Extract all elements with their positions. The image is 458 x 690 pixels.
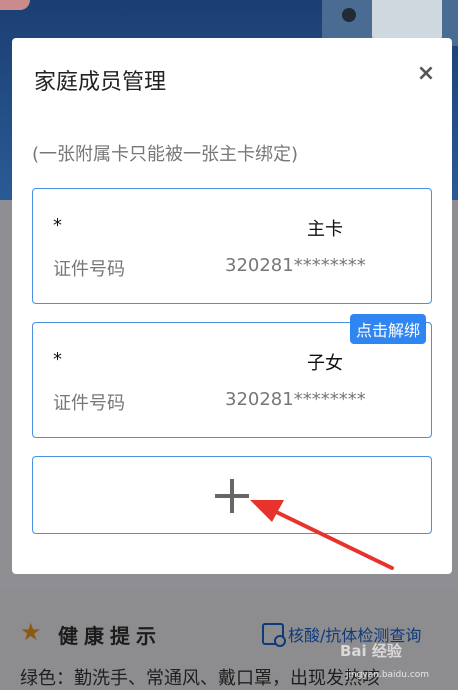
- close-button[interactable]: ×: [414, 62, 438, 86]
- id-number-value: 320281********: [225, 389, 366, 410]
- member-role: 主卡: [307, 219, 343, 240]
- health-tips-title: 健康提示: [58, 624, 162, 648]
- add-member-button[interactable]: [32, 456, 432, 534]
- dialog-title: 家庭成员管理: [34, 70, 167, 95]
- board-figure: [372, 0, 442, 40]
- search-document-icon: [262, 623, 286, 647]
- family-members-dialog: 家庭成员管理 × (一张附属卡只能被一张主卡绑定) * 主卡 证件号码 3202…: [12, 38, 452, 574]
- id-number-label: 证件号码: [53, 259, 125, 280]
- member-role: 子女: [307, 353, 343, 374]
- health-tips-text: 绿色：勤洗手、常通风、戴口罩，出现发热咳: [20, 668, 380, 689]
- id-number-value: 320281********: [225, 255, 366, 276]
- member-name: *: [53, 215, 62, 236]
- member-name: *: [53, 349, 62, 370]
- member-card-primary[interactable]: * 主卡 证件号码 320281********: [32, 188, 432, 304]
- binding-note: (一张附属卡只能被一张主卡绑定): [32, 144, 299, 165]
- watermark-logo: Bai 经验: [340, 642, 402, 660]
- id-number-label: 证件号码: [53, 393, 125, 414]
- person-figure: [342, 8, 356, 22]
- plus-icon: [215, 479, 249, 513]
- star-icon: ★: [20, 618, 42, 646]
- unbind-button[interactable]: 点击解绑: [350, 314, 427, 344]
- watermark-url: jingyan.baidu.com: [346, 670, 430, 680]
